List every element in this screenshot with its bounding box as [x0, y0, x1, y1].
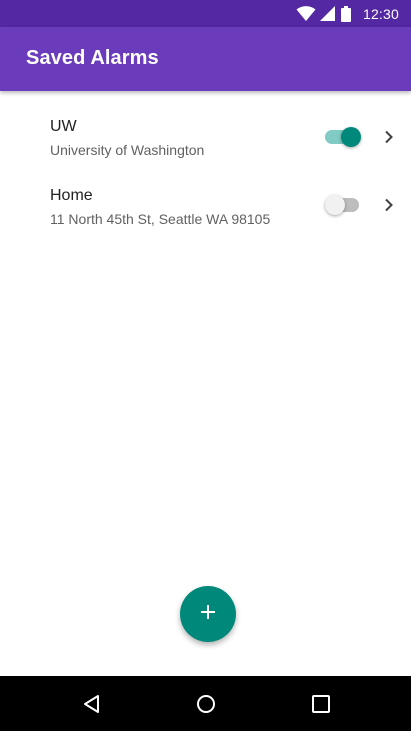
- alarm-name: Home: [50, 187, 93, 204]
- switch-thumb: [341, 127, 361, 147]
- cell-signal-icon: [319, 6, 335, 21]
- alarm-toggle-uw[interactable]: [325, 127, 361, 147]
- recents-icon[interactable]: [309, 692, 333, 716]
- chevron-right-icon[interactable]: [383, 198, 395, 212]
- battery-icon: [340, 5, 351, 22]
- wifi-icon: [296, 5, 316, 22]
- alarm-address: University of Washington: [50, 142, 205, 158]
- add-alarm-button[interactable]: [180, 586, 236, 642]
- alarm-name: UW: [50, 118, 77, 135]
- alarm-list: UW University of Washington Home 11 Nort…: [0, 91, 411, 227]
- chevron-right-icon[interactable]: [383, 130, 395, 144]
- status-icons: 12:30: [296, 0, 411, 27]
- plus-icon: [200, 604, 216, 625]
- switch-thumb: [325, 195, 345, 215]
- app-screen: 12:30 Saved Alarms UW University of Wash…: [0, 0, 411, 731]
- app-bar: Saved Alarms: [0, 27, 411, 91]
- home-icon[interactable]: [194, 692, 218, 716]
- alarm-address: 11 North 45th St, Seattle WA 98105: [50, 211, 271, 227]
- alarm-item-uw[interactable]: UW University of Washington: [0, 91, 411, 159]
- back-icon[interactable]: [80, 692, 104, 716]
- status-clock: 12:30: [362, 5, 399, 22]
- nav-bar: [0, 676, 411, 731]
- status-bar: 12:30: [0, 0, 411, 27]
- alarm-toggle-home[interactable]: [325, 195, 361, 215]
- alarm-item-home[interactable]: Home 11 North 45th St, Seattle WA 98105: [0, 159, 411, 227]
- page-title: Saved Alarms: [26, 47, 159, 69]
